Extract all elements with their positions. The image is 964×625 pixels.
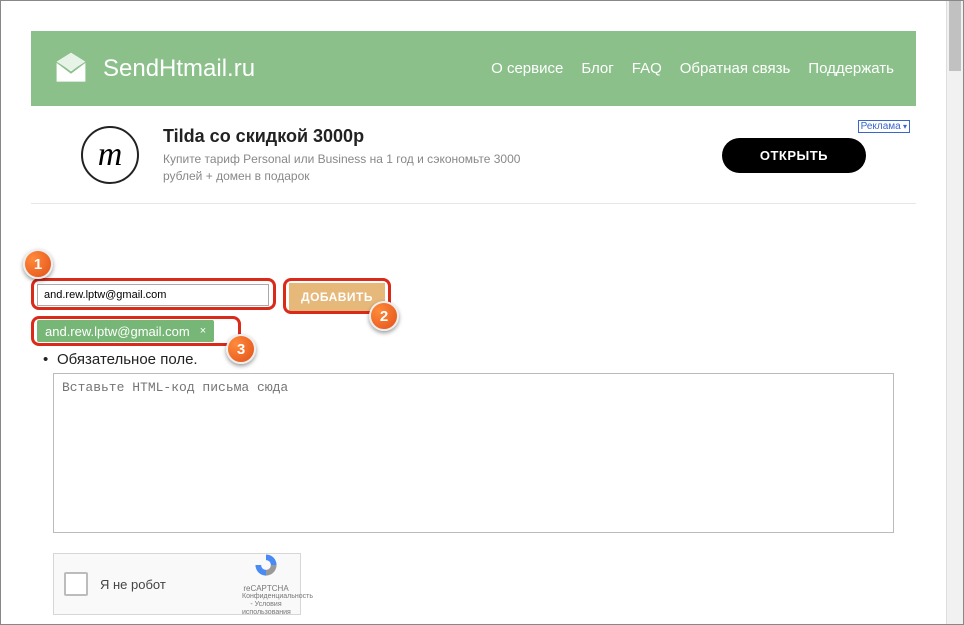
ad-logo: т [81, 126, 139, 184]
ad-subtitle: Купите тариф Personal или Business на 1 … [163, 151, 543, 185]
required-field-note: Обязательное поле. [57, 351, 198, 368]
divider [31, 203, 916, 204]
nav-blog[interactable]: Блог [581, 60, 613, 77]
main-nav: О сервисе Блог FAQ Обратная связь Поддер… [491, 60, 894, 77]
nav-about[interactable]: О сервисе [491, 60, 563, 77]
recaptcha-terms: Конфиденциальность - Условия использован… [242, 593, 290, 616]
recaptcha-badge: reCAPTCHA Конфиденциальность - Условия и… [242, 552, 290, 617]
site-title: SendHtmail.ru [103, 55, 255, 83]
recaptcha-icon [253, 552, 279, 578]
callout-marker-2: 2 [369, 301, 399, 331]
callout-marker-1: 1 [23, 249, 53, 279]
recaptcha-widget: Я не робот reCAPTCHA Конфиденциальность … [53, 553, 301, 615]
site-header: SendHtmail.ru О сервисе Блог FAQ Обратна… [31, 31, 916, 106]
html-code-textarea[interactable] [53, 373, 894, 533]
email-chip: and.rew.lptw@gmail.com × [37, 320, 214, 342]
recaptcha-brand: reCAPTCHA [242, 585, 290, 594]
recaptcha-checkbox[interactable] [64, 572, 88, 596]
nav-faq[interactable]: FAQ [632, 60, 662, 77]
nav-support[interactable]: Поддержать [808, 60, 894, 77]
ad-open-button[interactable]: ОТКРЫТЬ [722, 138, 866, 173]
nav-feedback[interactable]: Обратная связь [680, 60, 791, 77]
email-input[interactable] [37, 284, 269, 306]
scrollbar-thumb[interactable] [949, 1, 961, 71]
scrollbar[interactable] [946, 1, 963, 624]
ad-title: Tilda со скидкой 3000р [163, 126, 698, 147]
envelope-icon [53, 51, 89, 87]
logo[interactable]: SendHtmail.ru [53, 51, 255, 87]
chip-remove-icon[interactable]: × [200, 325, 206, 337]
callout-marker-3: 3 [226, 334, 256, 364]
recaptcha-label: Я не робот [100, 577, 230, 592]
email-chip-label: and.rew.lptw@gmail.com [45, 324, 190, 339]
